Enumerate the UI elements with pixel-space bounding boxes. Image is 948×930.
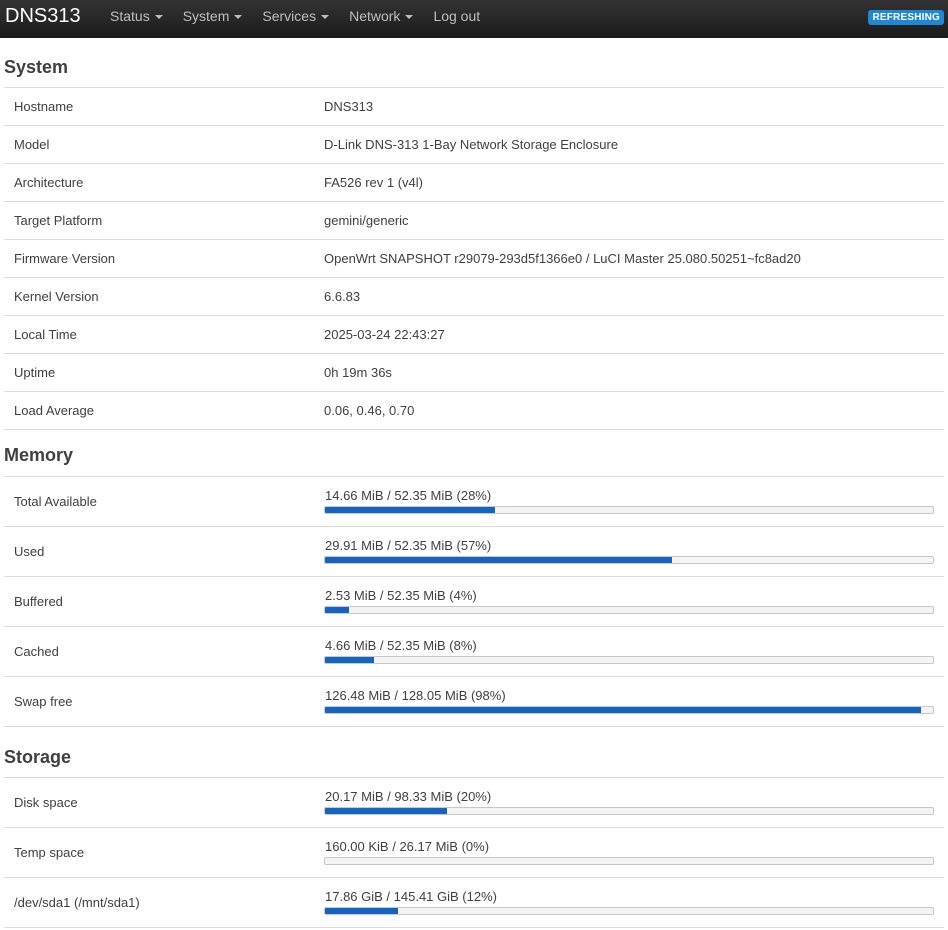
refreshing-badge[interactable]: REFRESHING (868, 10, 944, 25)
table-row: Used 29.91 MiB / 52.35 MiB (57%) (4, 527, 944, 577)
progress-bar (324, 556, 934, 564)
nav-status-label: Status (110, 8, 150, 24)
row-value: 0.06, 0.46, 0.70 (324, 403, 415, 418)
row-label: Model (14, 137, 50, 152)
row-label: Swap free (14, 694, 73, 709)
progress-text: 2.53 MiB / 52.35 MiB (4%) (325, 588, 477, 603)
progress-text: 14.66 MiB / 52.35 MiB (28%) (325, 488, 492, 503)
progress-bar (324, 907, 934, 915)
table-row: Total Available 14.66 MiB / 52.35 MiB (28… (4, 477, 944, 527)
caret-down-icon (405, 15, 414, 19)
progress-fill (325, 607, 350, 613)
progress-fill (325, 657, 374, 663)
table-row: Disk space 20.17 MiB / 98.33 MiB (20%) (4, 778, 944, 828)
row-value: DNS313 (324, 99, 374, 114)
progress-text: 20.17 MiB / 98.33 MiB (20%) (325, 789, 492, 804)
nav-services-label: Services (262, 8, 317, 24)
memory-table: Total Available 14.66 MiB / 52.35 MiB (28… (4, 476, 944, 727)
table-row: Temp space 160.00 KiB / 26.17 MiB (0%) (4, 828, 944, 878)
row-value: gemini/generic (324, 213, 409, 228)
table-row: Cached 4.66 MiB / 52.35 MiB (8%) (4, 627, 944, 677)
caret-down-icon (154, 15, 163, 19)
row-label: Buffered (14, 594, 63, 609)
progress-fill (325, 808, 447, 814)
row-value: 6.6.83 (324, 289, 361, 304)
row-label: Disk space (14, 795, 78, 810)
progress-bar (324, 606, 934, 614)
row-label: Uptime (14, 365, 56, 380)
table-row: Local Time 2025-03-24 22:43:27 (4, 316, 944, 354)
progress-fill (325, 507, 496, 513)
row-value: OpenWrt SNAPSHOT r29079-293d5f1366e0 / L… (324, 251, 801, 266)
memory-section-title: Memory (4, 445, 74, 465)
row-label: Local Time (14, 327, 77, 342)
row-value: 2025-03-24 22:43:27 (324, 327, 445, 342)
progress-text: 4.66 MiB / 52.35 MiB (8%) (325, 638, 477, 653)
row-value: FA526 rev 1 (v4l) (324, 175, 423, 190)
table-row: Target Platform gemini/generic (4, 202, 944, 240)
nav-logout-label: Log out (433, 8, 481, 24)
nav-system-label: System (182, 8, 230, 24)
table-row: Hostname DNS313 (4, 88, 944, 126)
progress-bar (324, 656, 934, 664)
progress-bar (324, 506, 934, 514)
row-label: Load Average (14, 403, 94, 418)
row-label: Target Platform (14, 213, 103, 228)
system-table: Hostname DNS313 Model D-Link DNS-313 1-Bay… (4, 87, 944, 430)
nav-system-menu[interactable]: System (183, 8, 243, 24)
table-row: /dev/sda1 (/mnt/sda1) 17.86 GiB / 145.41 … (4, 878, 944, 928)
nav-network-menu[interactable]: Network (349, 8, 414, 24)
system-section-title: System (4, 57, 69, 77)
memory-section: Memory Total Available 14.66 MiB / 52.35 … (4, 430, 944, 727)
table-row: Load Average 0.06, 0.46, 0.70 (4, 392, 944, 430)
top-navbar: DNS313 Status System Services Network Lo… (0, 0, 948, 38)
progress-bar (324, 807, 934, 815)
row-label: Architecture (14, 175, 84, 190)
nav-status-menu[interactable]: Status (110, 8, 163, 24)
row-label: Total Available (14, 494, 97, 509)
nav-logout-link[interactable]: Log out (433, 8, 480, 24)
row-label: /dev/sda1 (/mnt/sda1) (14, 895, 140, 910)
row-label: Used (14, 544, 45, 559)
progress-text: 17.86 GiB / 145.41 GiB (12%) (325, 889, 497, 904)
progress-text: 29.91 MiB / 52.35 MiB (57%) (325, 538, 492, 553)
main-nav: Status System Services Network Log out (100, 0, 490, 35)
table-row: Uptime 0h 19m 36s (4, 354, 944, 392)
table-row: Firmware Version OpenWrt SNAPSHOT r29079-… (4, 240, 944, 278)
row-value: 0h 19m 36s (324, 365, 392, 380)
progress-fill (325, 557, 672, 563)
row-label: Cached (14, 644, 59, 659)
brand-logo[interactable]: DNS313 (0, 0, 100, 35)
progress-text: 126.48 MiB / 128.05 MiB (98%) (325, 688, 506, 703)
caret-down-icon (234, 15, 243, 19)
nav-network-label: Network (349, 8, 401, 24)
row-label: Kernel Version (14, 289, 99, 304)
system-section: System Hostname DNS313 Model D-Link DNS-31… (4, 38, 944, 430)
table-row: Kernel Version 6.6.83 (4, 278, 944, 316)
progress-bar (324, 706, 934, 714)
storage-section: Storage Disk space 20.17 MiB / 98.33 MiB … (4, 727, 944, 928)
progress-fill (325, 707, 921, 713)
table-row: Architecture FA526 rev 1 (v4l) (4, 164, 944, 202)
progress-fill (325, 908, 398, 914)
caret-down-icon (321, 15, 330, 19)
table-row: Model D-Link DNS-313 1-Bay Network Storag… (4, 126, 944, 164)
progress-text: 160.00 KiB / 26.17 MiB (0%) (325, 839, 490, 854)
nav-services-menu[interactable]: Services (262, 8, 330, 24)
row-label: Temp space (14, 845, 85, 860)
storage-section-title: Storage (4, 747, 72, 767)
table-row: Swap free 126.48 MiB / 128.05 MiB (98%) (4, 677, 944, 727)
progress-bar (324, 857, 934, 865)
row-label: Hostname (14, 99, 74, 114)
table-row: Buffered 2.53 MiB / 52.35 MiB (4%) (4, 577, 944, 627)
storage-table: Disk space 20.17 MiB / 98.33 MiB (20%) Te… (4, 777, 944, 928)
row-label: Firmware Version (14, 251, 116, 266)
row-value: D-Link DNS-313 1-Bay Network Storage Enc… (324, 137, 619, 152)
